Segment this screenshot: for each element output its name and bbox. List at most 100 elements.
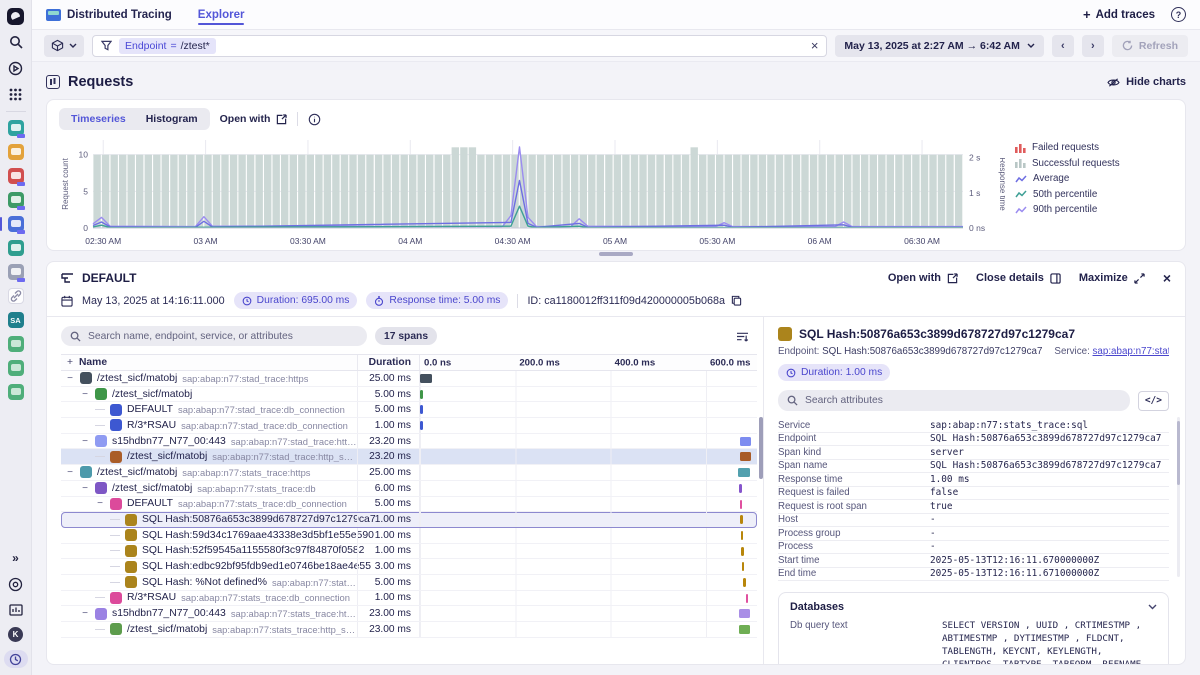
view-settings-icon[interactable] xyxy=(736,331,749,342)
tab-explorer[interactable]: Explorer xyxy=(196,2,247,28)
info-icon[interactable] xyxy=(308,113,321,126)
span-row-9[interactable]: −DEFAULTsap:abap:n77:stats_trace:db_conn… xyxy=(61,497,757,513)
refresh-button[interactable]: Refresh xyxy=(1112,35,1188,57)
timeframe-prev-button[interactable]: ‹ xyxy=(1052,35,1074,57)
help-icon[interactable]: ? xyxy=(1171,7,1186,22)
view-as-code-button[interactable]: </> xyxy=(1138,391,1169,411)
span-row-5[interactable]: −s15hdbn77_N77_00:443sap:abap:n77:stad_t… xyxy=(61,434,757,450)
waterfall-bar[interactable] xyxy=(740,452,751,461)
attribute-row[interactable]: Response time1.00 ms xyxy=(778,473,1169,487)
attribute-row[interactable]: End time2025-05-13T12:16:11.671000000Z xyxy=(778,568,1169,582)
getting-started-icon[interactable] xyxy=(7,59,25,77)
span-list-scrollbar[interactable] xyxy=(759,417,763,479)
hide-charts-button[interactable]: Hide charts xyxy=(1107,76,1186,88)
span-row-12[interactable]: SQL Hash:52f59545a1155580f3c97f84870f058… xyxy=(61,544,757,560)
attribute-row[interactable]: Host- xyxy=(778,514,1169,528)
span-row-11[interactable]: SQL Hash:59d34c1769aae43338e3d5bf1e55e59… xyxy=(61,528,757,544)
collapse-toggle-icon[interactable]: − xyxy=(95,498,105,509)
filter-chip[interactable]: Endpoint = /ztest* xyxy=(119,38,216,54)
detail-scrollbar[interactable] xyxy=(1177,421,1180,485)
trace-open-with-button[interactable]: Open with xyxy=(888,272,958,284)
span-row-4[interactable]: R/3*RSAUsap:abap:n77:stad_trace:db_conne… xyxy=(61,418,757,434)
waterfall-bar[interactable] xyxy=(746,594,749,603)
attribute-row[interactable]: Request is failedfalse xyxy=(778,487,1169,501)
span-row-8[interactable]: −/ztest_sicf/matobjsap:abap:n77:stats_tr… xyxy=(61,481,757,497)
collapse-toggle-icon[interactable]: − xyxy=(80,389,90,400)
attribute-row[interactable]: Request is root spantrue xyxy=(778,500,1169,514)
collapse-toggle-icon[interactable]: − xyxy=(65,373,75,384)
attribute-search-input[interactable]: Search attributes xyxy=(778,390,1130,411)
filter-input[interactable]: Endpoint = /ztest* × xyxy=(92,35,827,57)
span-row-1[interactable]: −/ztest_sicf/matobjsap:abap:n77:stad_tra… xyxy=(61,371,757,387)
span-row-7[interactable]: −/ztest_sicf/matobjsap:abap:n77:stats_tr… xyxy=(61,465,757,481)
waterfall-bar[interactable] xyxy=(738,468,750,477)
legend-item[interactable]: Average xyxy=(1015,173,1173,184)
waterfall-bar[interactable] xyxy=(739,609,750,618)
waterfall-bar[interactable] xyxy=(741,531,744,540)
recent-activity-icon[interactable] xyxy=(4,650,28,668)
collapse-toggle-icon[interactable]: − xyxy=(80,436,90,447)
close-panel-icon[interactable]: × xyxy=(1163,270,1171,286)
legend-item[interactable]: 90th percentile xyxy=(1015,204,1173,215)
apps-grid-icon[interactable] xyxy=(7,85,25,103)
app-tile-clips[interactable] xyxy=(8,288,24,304)
span-row-15[interactable]: R/3*RSAUsap:abap:n77:stats_trace:db_conn… xyxy=(61,591,757,607)
attribute-row[interactable]: Process- xyxy=(778,541,1169,555)
waterfall-bar[interactable] xyxy=(742,562,745,571)
clear-filter-icon[interactable]: × xyxy=(811,39,819,52)
app-tile-dashboards[interactable] xyxy=(8,144,24,160)
close-details-button[interactable]: Close details xyxy=(976,272,1061,284)
app-tile-metrics-1[interactable] xyxy=(8,336,24,352)
scope-selector[interactable] xyxy=(44,35,84,57)
copy-icon[interactable] xyxy=(731,295,742,306)
collapse-toggle-icon[interactable]: − xyxy=(80,483,90,494)
timeframe-next-button[interactable]: › xyxy=(1082,35,1104,57)
span-row-17[interactable]: /ztest_sicf/matobjsap:abap:n77:stats_tra… xyxy=(61,622,757,638)
tab-histogram[interactable]: Histogram xyxy=(136,110,208,128)
legend-item[interactable]: Failed requests xyxy=(1015,142,1173,153)
span-row-2[interactable]: −/ztest_sicf/matobj5.00 ms xyxy=(61,387,757,403)
attribute-row[interactable]: Start time2025-05-13T12:16:11.670000000Z xyxy=(778,554,1169,568)
span-row-16[interactable]: −s15hdbn77_N77_00:443sap:abap:n77:stats_… xyxy=(61,606,757,622)
chart-hscrollbar[interactable] xyxy=(599,252,633,256)
legend-item[interactable]: 50th percentile xyxy=(1015,189,1173,200)
waterfall-bar[interactable] xyxy=(740,437,751,446)
waterfall-bar[interactable] xyxy=(739,625,750,634)
span-row-6[interactable]: /ztest_sicf/matobjsap:abap:n77:stad_trac… xyxy=(61,449,757,465)
search-icon[interactable] xyxy=(7,33,25,51)
help-hub-icon[interactable] xyxy=(7,575,25,593)
waterfall-bar[interactable] xyxy=(739,484,742,493)
waterfall-bar[interactable] xyxy=(743,578,746,587)
attribute-row[interactable]: Span nameSQL Hash:50876a653c3899d678727d… xyxy=(778,460,1169,474)
waterfall-bar[interactable] xyxy=(740,500,743,509)
span-row-14[interactable]: SQL Hash: %Not defined%sap:abap:n77:stat… xyxy=(61,575,757,591)
app-tile-metrics-3[interactable] xyxy=(8,384,24,400)
span-row-3[interactable]: DEFAULTsap:abap:n77:stad_trace:db_connec… xyxy=(61,402,757,418)
timeseries-chart[interactable]: 05100 ns1 s2 s02:30 AM03 AM03:30 AM04 AM… xyxy=(59,132,1005,252)
waterfall-bar[interactable] xyxy=(740,515,743,524)
legend-item[interactable]: Successful requests xyxy=(1015,158,1173,169)
app-tile-notebooks[interactable] xyxy=(8,120,24,136)
dynatrace-logo-icon[interactable] xyxy=(7,7,25,25)
app-tile-metrics-2[interactable] xyxy=(8,360,24,376)
waterfall-bar[interactable] xyxy=(420,374,432,383)
app-tile-distributed-tracing[interactable] xyxy=(8,216,24,232)
span-row-10[interactable]: SQL Hash:50876a653c3899d678727d97c1279ca… xyxy=(61,512,757,528)
waterfall-bar[interactable] xyxy=(420,421,423,430)
timeframe-selector[interactable]: May 13, 2025 at 2:27 AM → 6:42 AM xyxy=(835,35,1043,57)
app-switcher[interactable]: Distributed Tracing xyxy=(46,9,172,21)
app-tile-screens[interactable] xyxy=(8,240,24,256)
duration-column-header[interactable]: Duration xyxy=(357,355,419,370)
chart-open-with-button[interactable]: Open with xyxy=(220,113,288,125)
attribute-row[interactable]: Servicesap:abap:n77:stats_trace:sql xyxy=(778,419,1169,433)
span-search-input[interactable]: Search name, endpoint, service, or attri… xyxy=(61,326,367,346)
name-column-header[interactable]: Name xyxy=(79,357,357,368)
user-avatar[interactable]: K xyxy=(8,627,23,642)
span-row-13[interactable]: SQL Hash:edbc92bf95fdb9ed1e0746be18ae4e5… xyxy=(61,559,757,575)
expand-rail-icon[interactable]: » xyxy=(7,549,25,567)
waterfall-bar[interactable] xyxy=(420,390,423,399)
expand-all-icon[interactable]: + xyxy=(61,357,79,368)
collapse-section-icon[interactable] xyxy=(1148,604,1157,610)
attribute-row[interactable]: Process group- xyxy=(778,527,1169,541)
app-tile-extensions[interactable] xyxy=(8,264,24,280)
